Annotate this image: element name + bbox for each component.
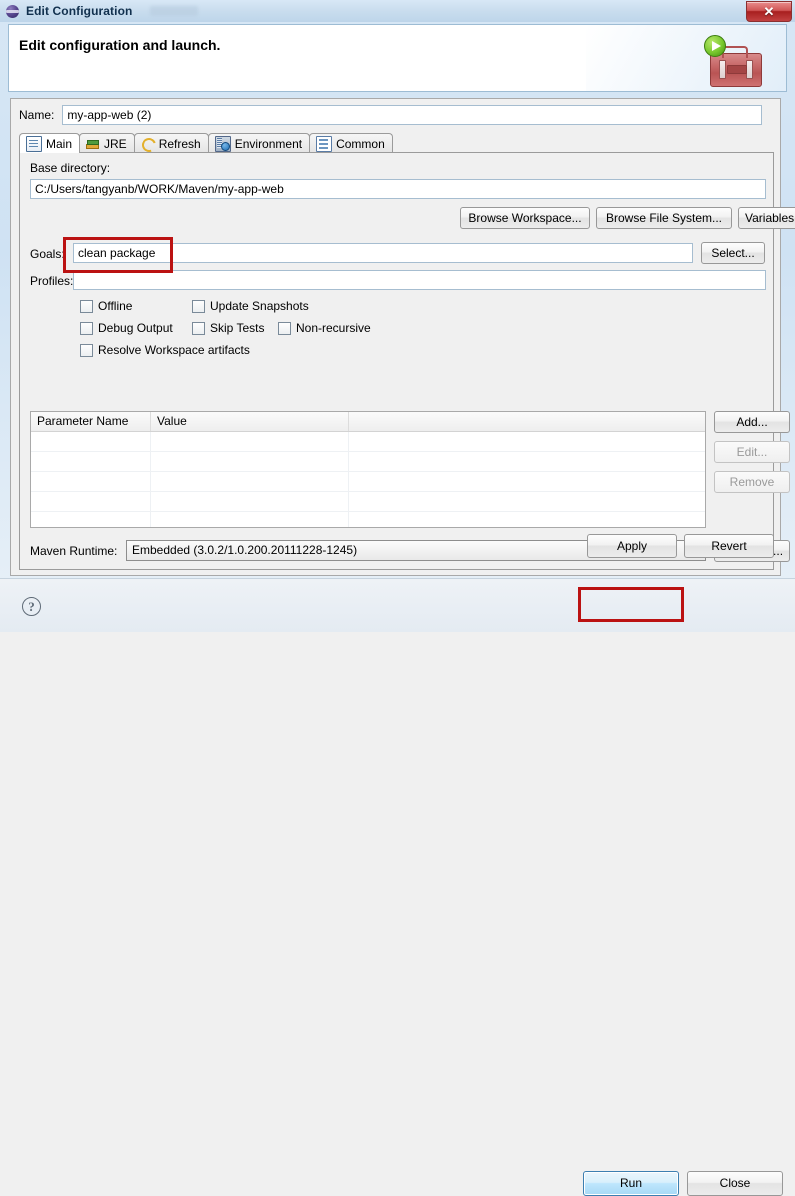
column-header-extra[interactable] — [349, 412, 705, 431]
parameters-table-header: Parameter Name Value — [31, 412, 705, 432]
tab-jre[interactable]: JRE — [79, 133, 135, 153]
tab-refresh[interactable]: Refresh — [134, 133, 209, 153]
tab-jre-label: JRE — [104, 137, 127, 151]
browse-file-system-button[interactable]: Browse File System... — [596, 207, 732, 229]
tab-environment[interactable]: Environment — [208, 133, 310, 153]
briefcase-clasp — [727, 65, 747, 74]
refresh-arrows-icon — [141, 137, 155, 151]
update-snapshots-label: Update Snapshots — [210, 299, 309, 313]
environment-icon — [215, 136, 231, 152]
debug-output-checkbox-row[interactable]: Debug Output — [80, 321, 173, 335]
variables-button[interactable]: Variables... — [738, 207, 795, 229]
close-button[interactable]: Close — [687, 1171, 783, 1196]
tab-bar: Main JRE Refresh Environment Common — [19, 131, 774, 153]
base-directory-input[interactable] — [30, 179, 766, 199]
jre-books-icon — [86, 137, 100, 151]
update-snapshots-checkbox[interactable] — [192, 300, 205, 313]
dialog-header: Edit configuration and launch. — [8, 24, 787, 92]
debug-output-checkbox[interactable] — [80, 322, 93, 335]
column-header-parameter-name[interactable]: Parameter Name — [31, 412, 151, 431]
non-recursive-checkbox-row[interactable]: Non-recursive — [278, 321, 371, 335]
common-list-icon — [316, 136, 332, 152]
profiles-input[interactable] — [73, 270, 766, 290]
resolve-workspace-artifacts-label: Resolve Workspace artifacts — [98, 343, 250, 357]
tab-common-label: Common — [336, 137, 385, 151]
table-row[interactable] — [31, 472, 705, 492]
parameters-table[interactable]: Parameter Name Value — [30, 411, 706, 528]
offline-checkbox[interactable] — [80, 300, 93, 313]
non-recursive-label: Non-recursive — [296, 321, 371, 335]
goals-label: Goals: — [30, 247, 65, 261]
update-snapshots-checkbox-row[interactable]: Update Snapshots — [192, 299, 309, 313]
column-header-value[interactable]: Value — [151, 412, 349, 431]
help-icon[interactable]: ? — [22, 597, 41, 616]
title-bar: Edit Configuration ✕ — [0, 0, 795, 22]
tab-main[interactable]: Main — [19, 133, 80, 153]
profiles-label: Profiles: — [30, 274, 73, 288]
run-button[interactable]: Run — [583, 1171, 679, 1196]
table-row[interactable] — [31, 512, 705, 528]
revert-button[interactable]: Revert — [684, 534, 774, 558]
table-row[interactable] — [31, 432, 705, 452]
name-row: Name: — [19, 105, 771, 125]
remove-parameter-button: Remove — [714, 471, 790, 493]
close-window-button[interactable]: ✕ — [746, 1, 792, 22]
run-play-badge-icon — [704, 35, 726, 57]
non-recursive-checkbox[interactable] — [278, 322, 291, 335]
skip-tests-checkbox-row[interactable]: Skip Tests — [192, 321, 264, 335]
maven-briefcase-run-icon — [704, 33, 762, 87]
briefcase-latch-right — [746, 60, 753, 79]
select-goals-button[interactable]: Select... — [701, 242, 765, 264]
offline-checkbox-row[interactable]: Offline — [80, 299, 132, 313]
apply-button[interactable]: Apply — [587, 534, 677, 558]
tab-main-label: Main — [46, 137, 72, 151]
name-label: Name: — [19, 108, 54, 122]
add-parameter-button[interactable]: Add... — [714, 411, 790, 433]
briefcase-handle — [722, 46, 748, 58]
dialog-bottom-bar: ? Run Close — [0, 578, 795, 632]
goals-input[interactable] — [73, 243, 693, 263]
close-icon: ✕ — [764, 4, 775, 20]
resolve-workspace-artifacts-checkbox-row[interactable]: Resolve Workspace artifacts — [80, 343, 250, 357]
skip-tests-checkbox[interactable] — [192, 322, 205, 335]
briefcase-body — [710, 53, 762, 87]
debug-output-label: Debug Output — [98, 321, 173, 335]
main-tab-content: Base directory: Browse Workspace... Brow… — [19, 152, 774, 570]
tab-environment-label: Environment — [235, 137, 302, 151]
table-row[interactable] — [31, 452, 705, 472]
briefcase-latch-left — [719, 60, 726, 79]
base-directory-label: Base directory: — [30, 161, 110, 175]
maven-runtime-value: Embedded (3.0.2/1.0.200.20111228-1245) — [132, 543, 357, 557]
browse-workspace-button[interactable]: Browse Workspace... — [460, 207, 590, 229]
resolve-workspace-artifacts-checkbox[interactable] — [80, 344, 93, 357]
configuration-name-input[interactable] — [62, 105, 762, 125]
window-title: Edit Configuration — [26, 4, 132, 18]
skip-tests-label: Skip Tests — [210, 321, 264, 335]
title-glow-decoration — [150, 6, 198, 16]
header-title: Edit configuration and launch. — [19, 37, 220, 53]
main-document-icon — [26, 136, 42, 152]
offline-label: Offline — [98, 299, 132, 313]
eclipse-sphere-icon — [6, 4, 20, 18]
table-row[interactable] — [31, 492, 705, 512]
edit-configuration-dialog: Edit Configuration ✕ Edit configuration … — [0, 0, 795, 631]
edit-parameter-button: Edit... — [714, 441, 790, 463]
tab-common[interactable]: Common — [309, 133, 393, 153]
maven-runtime-label: Maven Runtime: — [30, 544, 117, 558]
configuration-panel: Name: Main JRE Refresh Environment — [10, 98, 781, 576]
tab-refresh-label: Refresh — [159, 137, 201, 151]
